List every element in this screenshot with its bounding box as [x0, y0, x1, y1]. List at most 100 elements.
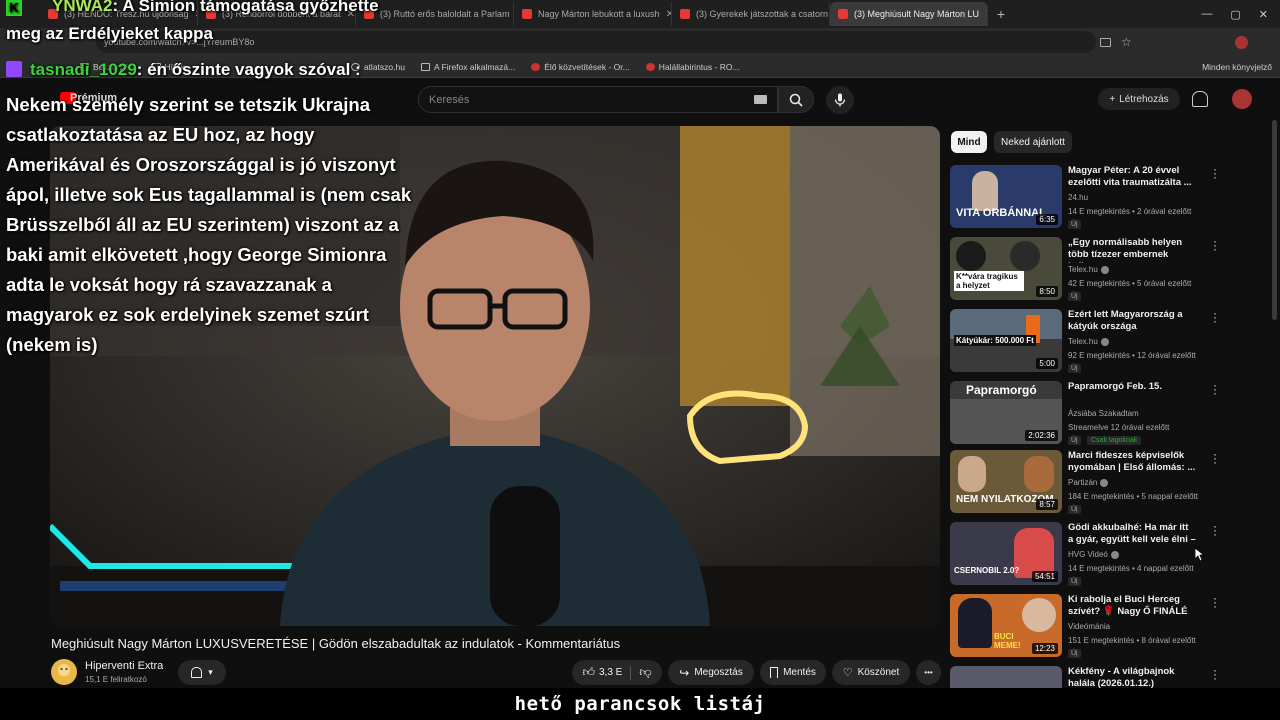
search-input[interactable]: Keresés: [418, 86, 778, 113]
recommendation-item[interactable]: BUCI MEME! 12:23 Ki rabolja el Buci Herc…: [950, 592, 1260, 658]
video-thumbnail[interactable]: Kátyúkár: 500.000 Ft 5:00: [950, 309, 1062, 372]
video-thumbnail[interactable]: NEM NYILATKOZOM 8:57: [950, 450, 1062, 513]
install-icon[interactable]: [1100, 37, 1111, 47]
recommendation-title[interactable]: Ezért lett Magyarország a kátyúk országa: [1068, 309, 1196, 333]
recommendation-item[interactable]: CSERNOBIL 2.0? 54:51 Gödi akkubalhé: Ha …: [950, 520, 1260, 586]
chat-text: : én őszinte vagyok szóval :: [136, 60, 361, 79]
more-actions-button[interactable]: •••: [916, 660, 941, 685]
all-bookmarks[interactable]: Minden könyvjelző: [1202, 62, 1272, 72]
twitch-icon: [6, 61, 22, 77]
recommendation-item[interactable]: Papramorgó 2:02:36 Papramorgó Feb. 15. Á…: [950, 379, 1260, 445]
thumbs-down-icon: 👎︎: [639, 665, 652, 679]
more-options-icon[interactable]: · · ·: [1212, 592, 1218, 612]
recommendation-channel[interactable]: Partizán: [1068, 478, 1109, 487]
video-thumbnail[interactable]: BUCI MEME! 12:23: [950, 594, 1062, 657]
recommendation-item[interactable]: VITA ORBÁNNAL 6:35 Magyar Péter: A 20 év…: [950, 163, 1260, 229]
browser-tab[interactable]: (3) Ruttó erős baloldalt a Parlam✕: [356, 2, 514, 26]
minimize-button[interactable]: —: [1201, 8, 1212, 20]
recommendation-channel[interactable]: HVG Videó: [1068, 550, 1119, 559]
account-avatar[interactable]: [1232, 89, 1252, 109]
channel-label: Ázsiába Szakadtam: [1068, 409, 1139, 418]
recommendation-channel[interactable]: Telex.hu: [1068, 337, 1109, 346]
search-button[interactable]: [778, 86, 814, 113]
recommendation-meta: 151 E megtekintés • 8 órával ezelőtt: [1068, 636, 1196, 645]
thumbnail-text: K**vára tragikus a helyzet: [954, 271, 1024, 291]
channel-avatar[interactable]: [51, 659, 77, 685]
browser-tab[interactable]: Nagy Márton lebukott a luxush✕: [514, 2, 672, 26]
recommendation-item[interactable]: K**vára tragikus a helyzet 8:50 „Egy nor…: [950, 235, 1260, 301]
bookmark-item[interactable]: Halállabirintus - RO...: [645, 62, 740, 72]
more-options-icon[interactable]: · · ·: [1212, 448, 1218, 468]
recommendation-meta: 42 E megtekintés • 5 órával ezelőtt: [1068, 279, 1192, 288]
tab-label: (3) Gyerekek játszottak a csatorn: [696, 9, 829, 19]
save-button[interactable]: Mentés: [760, 660, 826, 685]
bookmark-item[interactable]: Élő közvetítések - Or...: [531, 62, 630, 72]
video-thumbnail[interactable]: [950, 666, 1062, 688]
dislike-button[interactable]: 👎︎: [639, 665, 651, 680]
share-button[interactable]: ↪ Megosztás: [668, 660, 754, 685]
more-options-icon[interactable]: · · ·: [1212, 307, 1218, 327]
create-button[interactable]: + Létrehozás: [1098, 88, 1180, 110]
recommendation-title[interactable]: „Egy normálisabb helyen több tízezer emb…: [1068, 237, 1196, 263]
recommendation-title[interactable]: Kékfény - A világbajnok halála (2026.01.…: [1068, 666, 1196, 688]
more-options-icon[interactable]: · · ·: [1212, 666, 1218, 684]
video-thumbnail[interactable]: K**vára tragikus a helyzet 8:50: [950, 237, 1062, 300]
recommendation-meta: 92 E megtekintés • 12 órával ezelőtt: [1068, 351, 1196, 360]
overlay-channel-icon: K: [6, 0, 22, 16]
recommendation-meta: 14 E megtekintés • 4 nappal ezelőtt: [1068, 564, 1194, 573]
maximize-button[interactable]: ▢: [1230, 8, 1240, 21]
chip-recommended[interactable]: Neked ajánlott: [994, 131, 1072, 153]
star-icon[interactable]: ☆: [1121, 35, 1132, 49]
recommendation-title[interactable]: Magyar Péter: A 20 évvel ezelőtti vita t…: [1068, 165, 1196, 189]
channel-name[interactable]: Hiperventi Extra: [85, 660, 163, 672]
scrollbar[interactable]: [1272, 120, 1277, 320]
keyboard-icon[interactable]: [754, 95, 767, 104]
recommendation-channel[interactable]: Telex.hu: [1068, 265, 1109, 274]
tab-label: (3) Ruttó erős baloldalt a Parlam: [380, 9, 510, 19]
recommendation-channel[interactable]: 24.hu: [1068, 193, 1088, 202]
bookmark-label: Élő közvetítések - Or...: [544, 61, 630, 72]
recommendation-meta: Streamelve 12 órával ezelőtt: [1068, 423, 1170, 432]
url-field[interactable]: youtube.com/watch?v=...jYreumBY8o: [96, 31, 1096, 53]
more-options-icon[interactable]: · · ·: [1212, 235, 1218, 255]
video-duration: 2:02:36: [1025, 430, 1058, 441]
bell-icon: [191, 667, 203, 678]
more-options-icon[interactable]: · · ·: [1212, 379, 1218, 399]
profile-icon[interactable]: [1235, 35, 1248, 49]
thanks-icon: ♡: [842, 667, 853, 679]
new-tab-button[interactable]: +: [988, 6, 1014, 22]
recommendation-title[interactable]: Gödi akkubalhé: Ha már itt a gyár, együt…: [1068, 522, 1196, 548]
video-duration: 8:50: [1036, 286, 1058, 297]
recommendation-channel[interactable]: Ázsiába Szakadtam: [1068, 409, 1139, 418]
recommendation-title[interactable]: Ki rabolja el Buci Herceg szívét? 🌹 Nagy…: [1068, 594, 1196, 618]
recommendation-item[interactable]: Kátyúkár: 500.000 Ft 5:00 Ezért lett Mag…: [950, 307, 1260, 373]
verified-icon: [1100, 478, 1109, 487]
browser-tab[interactable]: (3) Gyerekek játszottak a csatorn✕: [672, 2, 830, 26]
video-thumbnail[interactable]: CSERNOBIL 2.0? 54:51: [950, 522, 1062, 585]
bookmark-item[interactable]: A Firefox alkalmazá...: [420, 61, 516, 72]
fire-icon: [531, 62, 541, 71]
search-icon: [789, 93, 803, 107]
bookmark-label: A Firefox alkalmazá...: [433, 61, 516, 72]
thumbnail-text: BUCI MEME!: [994, 632, 1021, 650]
browser-tab-active[interactable]: (3) Meghiúsult Nagy Márton LU✕: [830, 2, 988, 26]
like-button[interactable]: 👍︎ 3,3 E: [582, 665, 622, 680]
video-thumbnail[interactable]: VITA ORBÁNNAL 6:35: [950, 165, 1062, 228]
close-window-button[interactable]: ✕: [1259, 8, 1268, 21]
recommendation-title[interactable]: Papramorgó Feb. 15.: [1068, 381, 1196, 393]
video-thumbnail[interactable]: Papramorgó 2:02:36: [950, 381, 1062, 444]
chip-all[interactable]: Mind: [951, 131, 987, 153]
recommendation-item[interactable]: Kékfény - A világbajnok halála (2026.01.…: [950, 666, 1260, 688]
recommendation-title[interactable]: Marci fideszes képviselők nyomában | Els…: [1068, 450, 1196, 474]
voice-search-button[interactable]: [826, 86, 854, 114]
youtube-favicon-icon: [838, 9, 848, 19]
more-options-icon[interactable]: · · ·: [1212, 163, 1218, 183]
chat-username: YNWA2: [52, 0, 113, 15]
subscriber-count: 15,1 E feliratkozó: [85, 675, 147, 684]
subscription-bell-button[interactable]: ▾: [178, 660, 226, 685]
more-options-icon[interactable]: · · ·: [1212, 520, 1218, 540]
notifications-icon[interactable]: [1192, 91, 1208, 107]
recommendation-channel[interactable]: Videómánia: [1068, 622, 1110, 631]
recommendation-item[interactable]: NEM NYILATKOZOM 8:57 Marci fideszes képv…: [950, 448, 1260, 514]
thanks-button[interactable]: ♡ Köszönet: [832, 660, 910, 685]
